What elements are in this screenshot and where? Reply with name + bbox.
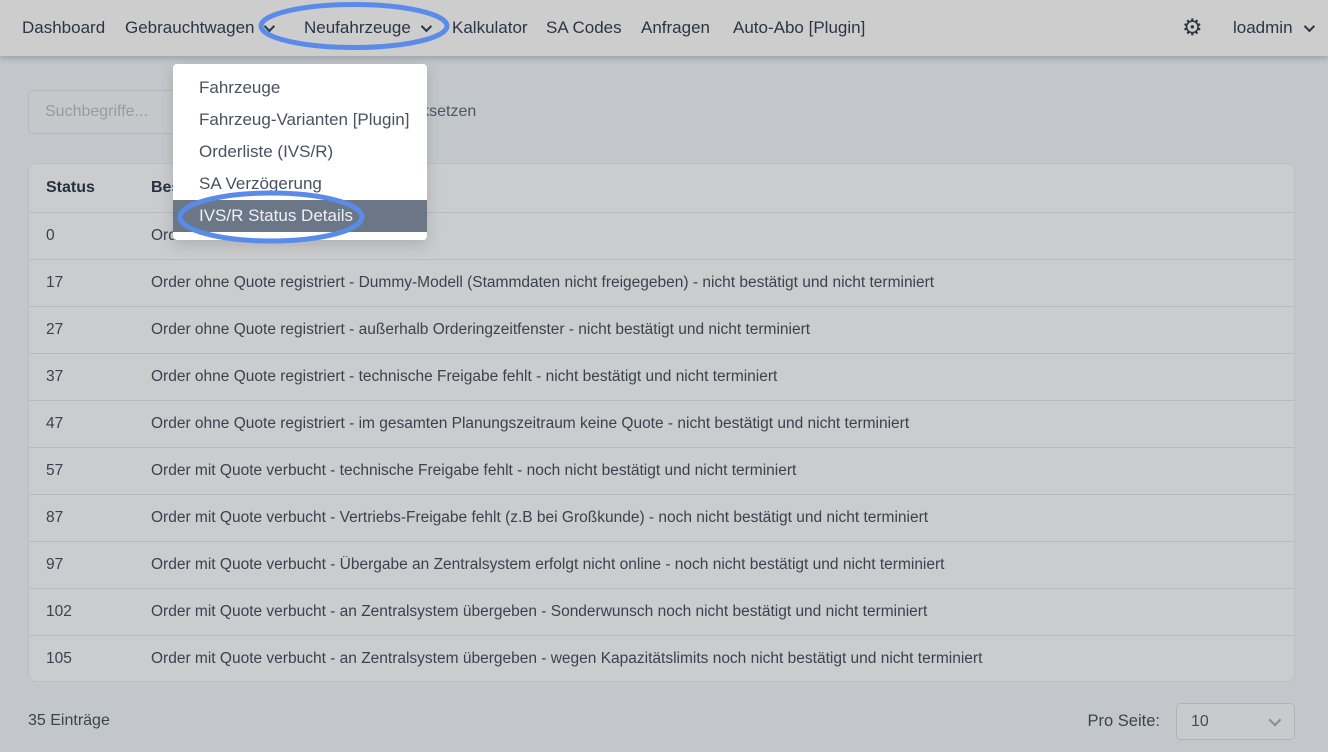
neufahrzeuge-dropdown: FahrzeugeFahrzeug-Varianten [Plugin]Orde… xyxy=(173,64,427,240)
app-screen: DashboardGebrauchtwagenNeufahrzeugeKalku… xyxy=(0,0,1328,752)
menu-item-ivs-r-status-details[interactable]: IVS/R Status Details xyxy=(173,200,427,232)
cell-description: Order mit Quote verbucht - an Zentralsys… xyxy=(151,650,1294,668)
user-menu[interactable]: loadmin xyxy=(1233,0,1312,56)
column-header-status: Status xyxy=(29,179,151,197)
table-row: 17Order ohne Quote registriert - Dummy-M… xyxy=(29,259,1294,306)
cell-description: Order ohne Quote registriert - Dummy-Mod… xyxy=(151,274,1294,292)
per-page-select[interactable]: 10 xyxy=(1176,703,1295,740)
table-row: 87Order mit Quote verbucht - Vertriebs-F… xyxy=(29,494,1294,541)
table-row: 102Order mit Quote verbucht - an Zentral… xyxy=(29,588,1294,635)
menu-item-fahrzeug-varianten-plugin[interactable]: Fahrzeug-Varianten [Plugin] xyxy=(173,104,427,136)
cell-status: 57 xyxy=(29,462,151,480)
chevron-down-icon xyxy=(1269,714,1282,727)
cell-description: Order ohne Quote registriert - außerhalb… xyxy=(151,321,1294,339)
gear-icon[interactable]: ⚙ xyxy=(1182,0,1203,56)
cell-description: Order mit Quote verbucht - an Zentralsys… xyxy=(151,603,1294,621)
cell-status: 0 xyxy=(29,227,151,245)
cell-description: Order ohne Quote registriert - im gesamt… xyxy=(151,415,1294,433)
table-row: 105Order mit Quote verbucht - an Zentral… xyxy=(29,635,1294,682)
cell-status: 102 xyxy=(29,603,151,621)
entries-count: 35 Einträge xyxy=(28,712,110,730)
menu-item-sa-verz-gerung[interactable]: SA Verzögerung xyxy=(173,168,427,200)
status-table: Status Beschreibung 0Order ist storniert… xyxy=(28,163,1295,682)
cell-status: 37 xyxy=(29,368,151,386)
cell-status: 17 xyxy=(29,274,151,292)
cell-description: Order mit Quote verbucht - Übergabe an Z… xyxy=(151,556,1294,574)
menu-item-fahrzeuge[interactable]: Fahrzeuge xyxy=(173,72,427,104)
per-page-value: 10 xyxy=(1177,713,1209,731)
cell-description: Order mit Quote verbucht - technische Fr… xyxy=(151,462,1294,480)
table-row: 47Order ohne Quote registriert - im gesa… xyxy=(29,400,1294,447)
cell-status: 105 xyxy=(29,650,151,668)
table-row: 57Order mit Quote verbucht - technische … xyxy=(29,447,1294,494)
cell-description: Order mit Quote verbucht - Vertriebs-Fre… xyxy=(151,509,1294,527)
top-nav: DashboardGebrauchtwagenNeufahrzeugeKalku… xyxy=(0,0,1328,56)
nav-right: ⚙ loadmin xyxy=(0,0,1328,56)
menu-item-orderliste-ivs-r[interactable]: Orderliste (IVS/R) xyxy=(173,136,427,168)
table-body: 0Order ist storniert17Order ohne Quote r… xyxy=(29,212,1294,682)
cell-status: 27 xyxy=(29,321,151,339)
chevron-down-icon xyxy=(1303,21,1314,32)
table-row: 37Order ohne Quote registriert - technis… xyxy=(29,353,1294,400)
table-row: 97Order mit Quote verbucht - Übergabe an… xyxy=(29,541,1294,588)
cell-description: Order ohne Quote registriert - technisch… xyxy=(151,368,1294,386)
cell-status: 87 xyxy=(29,509,151,527)
table-row: 27Order ohne Quote registriert - außerha… xyxy=(29,306,1294,353)
user-name: loadmin xyxy=(1233,18,1293,38)
cell-status: 97 xyxy=(29,556,151,574)
cell-status: 47 xyxy=(29,415,151,433)
per-page-label: Pro Seite: xyxy=(1075,712,1160,731)
